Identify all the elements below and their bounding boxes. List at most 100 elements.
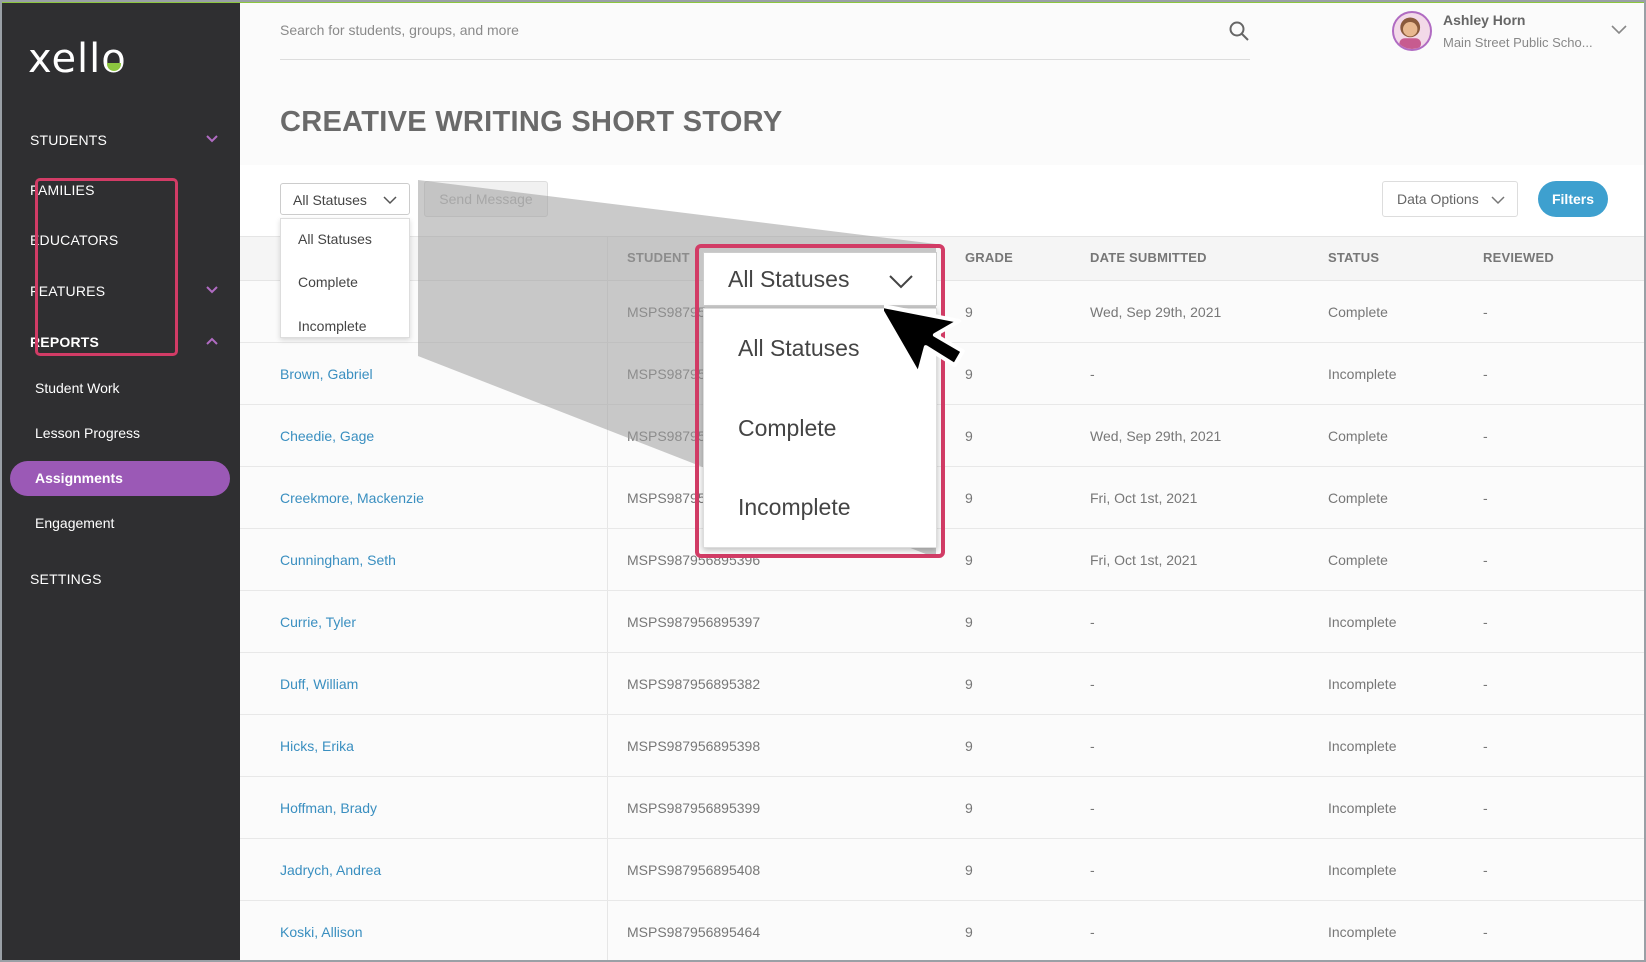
table-row[interactable]: Hoffman, Brady MSPS987956895399 9 - Inco… bbox=[240, 777, 1646, 839]
date-submitted-cell: - bbox=[1090, 862, 1095, 878]
sidebar-subitem-label: Lesson Progress bbox=[35, 425, 141, 441]
status-cell: Incomplete bbox=[1328, 366, 1397, 382]
sidebar-item-label: STUDENTS bbox=[30, 132, 108, 148]
sidebar-subitem-engagement[interactable]: Engagement bbox=[35, 515, 225, 531]
chevron-up-icon bbox=[206, 337, 218, 345]
student-name-link[interactable]: Hoffman, Brady bbox=[280, 800, 377, 816]
grade-cell: 9 bbox=[965, 862, 973, 878]
chevron-down-icon[interactable] bbox=[1610, 22, 1628, 36]
chevron-down-icon bbox=[383, 196, 397, 205]
search-input[interactable] bbox=[280, 22, 1180, 38]
status-filter-select[interactable]: All Statuses bbox=[280, 183, 410, 215]
dropdown-highlight-frame bbox=[35, 178, 178, 356]
column-header-date-submitted[interactable]: DATE SUBMITTED bbox=[1090, 250, 1207, 265]
sidebar-item-settings[interactable]: SETTINGS bbox=[30, 571, 220, 587]
status-option-all[interactable]: All Statuses bbox=[298, 231, 372, 247]
student-id-cell: MSPS987956895398 bbox=[627, 738, 761, 754]
student-id-cell: MSPS987956895464 bbox=[627, 924, 761, 940]
table-row[interactable]: Koski, Allison MSPS987956895464 9 - Inco… bbox=[240, 901, 1646, 962]
student-id-cell: MSPS98795 bbox=[627, 428, 706, 444]
sidebar-subitem-label: Assignments bbox=[35, 470, 123, 486]
chevron-down-icon bbox=[1491, 196, 1505, 205]
student-id-cell: MSPS98795 bbox=[627, 490, 706, 506]
search-icon[interactable] bbox=[1228, 20, 1250, 42]
status-cell: Incomplete bbox=[1328, 676, 1397, 692]
avatar-image bbox=[1399, 17, 1421, 49]
avatar[interactable] bbox=[1392, 11, 1432, 51]
date-submitted-cell: Wed, Sep 29th, 2021 bbox=[1090, 428, 1222, 444]
grade-cell: 9 bbox=[965, 676, 973, 692]
sidebar-subitem-label: Student Work bbox=[35, 380, 120, 396]
table-row[interactable]: Currie, Tyler MSPS987956895397 9 - Incom… bbox=[240, 591, 1646, 653]
search-bar bbox=[280, 18, 1250, 60]
send-message-button[interactable]: Send Message bbox=[424, 181, 548, 217]
chevron-down-icon bbox=[206, 135, 218, 143]
status-cell: Incomplete bbox=[1328, 738, 1397, 754]
sidebar-subitem-lesson-progress[interactable]: Lesson Progress bbox=[35, 425, 225, 441]
column-header-grade[interactable]: GRADE bbox=[965, 250, 1013, 265]
column-header-student-id[interactable]: STUDENT bbox=[627, 250, 690, 265]
sidebar-subitem-student-work[interactable]: Student Work bbox=[35, 380, 225, 396]
column-header-status[interactable]: STATUS bbox=[1328, 250, 1379, 265]
status-select-value: All Statuses bbox=[293, 192, 367, 208]
status-cell: Complete bbox=[1328, 428, 1388, 444]
chevron-down-icon bbox=[206, 286, 218, 294]
grade-cell: 9 bbox=[965, 552, 973, 568]
column-header-reviewed[interactable]: REVIEWED bbox=[1483, 250, 1554, 265]
sidebar-item-label: SETTINGS bbox=[30, 571, 102, 587]
sidebar-item-students[interactable]: STUDENTS bbox=[30, 132, 220, 148]
grade-cell: 9 bbox=[965, 614, 973, 630]
grade-cell: 9 bbox=[965, 428, 973, 444]
grade-cell: 9 bbox=[965, 490, 973, 506]
student-name-link[interactable]: Duff, William bbox=[280, 676, 358, 692]
date-submitted-cell: Wed, Sep 29th, 2021 bbox=[1090, 304, 1222, 320]
xello-logo[interactable]: xello bbox=[28, 36, 127, 82]
page-title: CREATIVE WRITING SHORT STORY bbox=[280, 106, 783, 138]
status-cell: Complete bbox=[1328, 304, 1388, 320]
table-row[interactable]: Hicks, Erika MSPS987956895398 9 - Incomp… bbox=[240, 715, 1646, 777]
status-cell: Complete bbox=[1328, 490, 1388, 506]
status-option-incomplete[interactable]: Incomplete bbox=[298, 318, 366, 334]
date-submitted-cell: - bbox=[1090, 738, 1095, 754]
filters-button[interactable]: Filters bbox=[1538, 181, 1608, 217]
date-submitted-cell: - bbox=[1090, 366, 1095, 382]
status-cell: Incomplete bbox=[1328, 924, 1397, 940]
reviewed-cell: - bbox=[1483, 676, 1488, 692]
student-name-link[interactable]: Jadrych, Andrea bbox=[280, 862, 381, 878]
mouse-pointer-icon bbox=[884, 303, 965, 377]
student-name-link[interactable]: Creekmore, Mackenzie bbox=[280, 490, 424, 506]
status-option-complete[interactable]: Complete bbox=[298, 274, 358, 290]
date-submitted-cell: - bbox=[1090, 614, 1095, 630]
date-submitted-cell: Fri, Oct 1st, 2021 bbox=[1090, 552, 1198, 568]
data-options-label: Data Options bbox=[1397, 191, 1479, 207]
student-name-link[interactable]: Brown, Gabriel bbox=[280, 366, 373, 382]
student-name-link[interactable]: Cunningham, Seth bbox=[280, 552, 396, 568]
status-cell: Complete bbox=[1328, 552, 1388, 568]
sidebar-subitem-label: Engagement bbox=[35, 515, 115, 531]
student-id-cell: MSPS987956895399 bbox=[627, 800, 761, 816]
reviewed-cell: - bbox=[1483, 428, 1488, 444]
date-submitted-cell: Fri, Oct 1st, 2021 bbox=[1090, 490, 1198, 506]
reviewed-cell: - bbox=[1483, 862, 1488, 878]
student-name-link[interactable]: Hicks, Erika bbox=[280, 738, 354, 754]
zoomed-option-complete[interactable]: Complete bbox=[738, 415, 836, 442]
sidebar-subitem-assignments[interactable]: Assignments bbox=[10, 461, 230, 496]
zoomed-option-all[interactable]: All Statuses bbox=[738, 335, 859, 362]
grade-cell: 9 bbox=[965, 800, 973, 816]
sidebar: xello STUDENTS FAMILIES EDUCATORS FEATUR… bbox=[0, 0, 240, 962]
student-name-link[interactable]: Currie, Tyler bbox=[280, 614, 356, 630]
student-id-cell: MSPS987956895382 bbox=[627, 676, 761, 692]
grade-cell: 9 bbox=[965, 924, 973, 940]
table-row[interactable]: Duff, William MSPS987956895382 9 - Incom… bbox=[240, 653, 1646, 715]
data-options-button[interactable]: Data Options bbox=[1382, 181, 1518, 217]
table-row[interactable]: Jadrych, Andrea MSPS987956895408 9 - Inc… bbox=[240, 839, 1646, 901]
user-name: Ashley Horn bbox=[1443, 12, 1526, 28]
student-id-cell: MSPS98795 bbox=[627, 304, 706, 320]
status-dropdown-menu: All Statuses Complete Incomplete bbox=[280, 218, 410, 338]
zoomed-option-incomplete[interactable]: Incomplete bbox=[738, 494, 851, 521]
status-cell: Incomplete bbox=[1328, 862, 1397, 878]
student-name-link[interactable]: Koski, Allison bbox=[280, 924, 362, 940]
user-school: Main Street Public Scho... bbox=[1443, 35, 1593, 50]
date-submitted-cell: - bbox=[1090, 924, 1095, 940]
student-name-link[interactable]: Cheedie, Gage bbox=[280, 428, 374, 444]
